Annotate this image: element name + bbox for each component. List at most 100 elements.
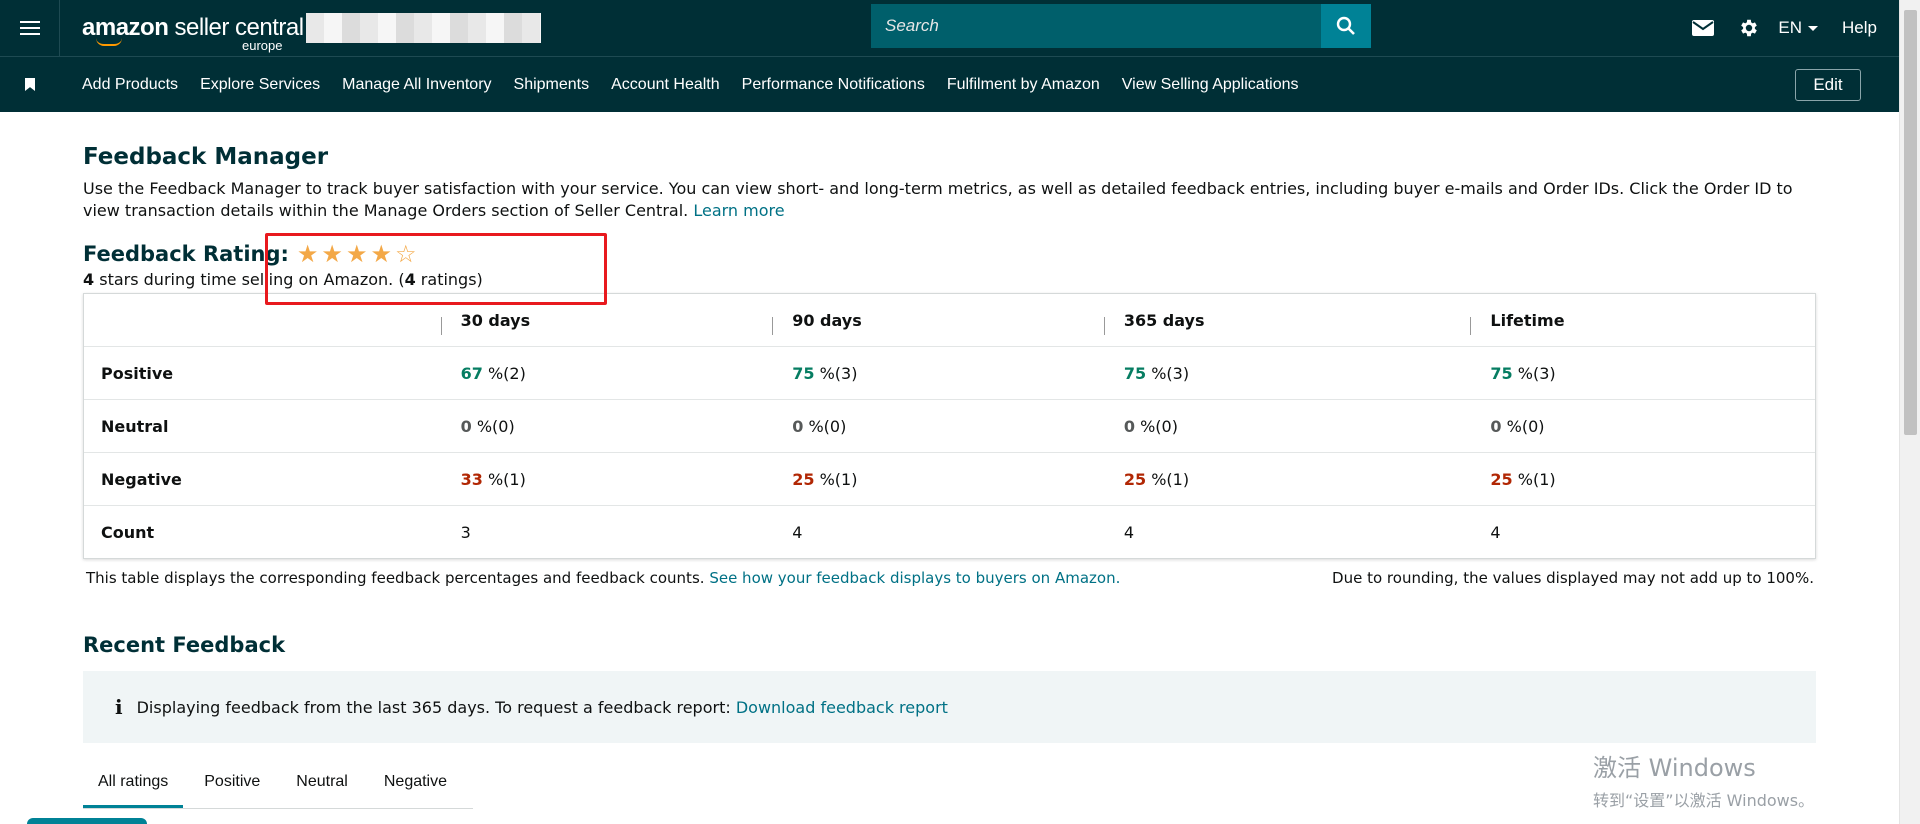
chevron-down-icon (1808, 25, 1819, 31)
table-cell: 3 (460, 522, 471, 542)
table-cell: 0 %(0) (772, 417, 1104, 436)
tab-neutral[interactable]: Neutral (281, 773, 363, 808)
page-scrollbar[interactable] (1899, 0, 1920, 824)
positive-count: %(3) (819, 363, 858, 383)
nav-performance-notifications[interactable]: Performance Notifications (742, 76, 925, 94)
info-icon: i (115, 695, 123, 719)
table-note: This table displays the corresponding fe… (83, 569, 1817, 587)
table-cell: 25 %(1) (1104, 470, 1471, 489)
logo-rest: seller central (168, 14, 305, 41)
row-label: Count (101, 522, 155, 542)
negative-count: %(1) (1517, 469, 1556, 489)
tab-positive[interactable]: Positive (189, 773, 275, 808)
help-link[interactable]: Help (1832, 18, 1899, 38)
gear-icon (1741, 19, 1758, 37)
positive-percent: 75 (1490, 363, 1513, 383)
table-cell: 4 (1490, 522, 1501, 542)
table-cell: 75 %(3) (772, 364, 1104, 383)
info-text: Displaying feedback from the last 365 da… (136, 697, 731, 717)
neutral-count: %(0) (476, 416, 515, 436)
note-text: This table displays the corresponding fe… (86, 569, 705, 587)
header-90-days: 90 days (772, 311, 1104, 335)
table-cell: 0 %(0) (441, 417, 773, 436)
nav-items: Add Products Explore Services Manage All… (82, 76, 1320, 94)
hamburger-icon (19, 27, 40, 29)
nav-shipments[interactable]: Shipments (514, 76, 590, 94)
positive-percent: 75 (1123, 363, 1147, 383)
table-cell: 4 (1123, 522, 1135, 542)
learn-more-link[interactable]: Learn more (693, 201, 784, 220)
seller-central-logo[interactable]: amazon seller central europe (82, 8, 304, 53)
watermark-line1: 激活 Windows (1593, 754, 1756, 782)
language-label: EN (1778, 18, 1803, 37)
bookmark-icon (25, 78, 35, 91)
header-30-days: 30 days (440, 311, 773, 335)
positive-percent: 75 (792, 363, 815, 383)
table-cell: 25 %(1) (1470, 470, 1815, 489)
neutral-count: %(0) (1506, 416, 1545, 436)
table-cell: 0 %(0) (1104, 417, 1471, 436)
tab-all-ratings[interactable]: All ratings (83, 773, 184, 808)
negative-percent: 33 (460, 469, 483, 489)
nav-account-health[interactable]: Account Health (611, 76, 720, 94)
table-cell: 25 %(1) (772, 470, 1104, 489)
negative-count: %(1) (487, 469, 526, 489)
nav-explore-services[interactable]: Explore Services (200, 76, 320, 94)
search-input[interactable] (871, 4, 1321, 48)
intro-text: Use the Feedback Manager to track buyer … (83, 178, 1817, 222)
bookmarks-button[interactable] (0, 78, 60, 91)
table-row-neutral: Neutral 0 %(0) 0 %(0) 0 %(0) 0 %(0) (84, 399, 1815, 452)
scrollbar-thumb[interactable] (1904, 10, 1917, 435)
windows-activation-watermark: 激活 Windows 转到“设置”以激活 Windows。 (1593, 748, 1814, 811)
neutral-percent: 0 (460, 416, 472, 436)
rounding-note: Due to rounding, the values displayed ma… (1332, 569, 1814, 587)
header-365-days: 365 days (1103, 311, 1471, 335)
table-row-positive: Positive 67 %(2) 75 %(3) 75 %(3) 75 %(3) (84, 346, 1815, 399)
feedback-display-link[interactable]: See how your feedback displays to buyers… (709, 569, 1120, 587)
table-note-left: This table displays the corresponding fe… (86, 569, 1120, 587)
intro-body: Use the Feedback Manager to track buyer … (83, 179, 1793, 220)
rating-tabs: All ratings Positive Neutral Negative (83, 773, 473, 809)
watermark-line2: 转到“设置”以激活 Windows。 (1593, 791, 1815, 810)
floating-button[interactable] (27, 818, 147, 824)
rating-stars-value: 4 (83, 270, 95, 289)
row-label: Positive (101, 363, 174, 383)
download-report-link[interactable]: Download feedback report (736, 698, 948, 717)
table-cell: 75 %(3) (1104, 364, 1471, 383)
logo-region: europe (242, 38, 283, 53)
nav-bar: Add Products Explore Services Manage All… (0, 56, 1899, 112)
nav-add-products[interactable]: Add Products (82, 76, 178, 94)
tab-negative[interactable]: Negative (369, 773, 462, 808)
table-cell: 67 %(2) (441, 364, 773, 383)
search-icon (1336, 16, 1355, 35)
negative-count: %(1) (1151, 469, 1190, 489)
neutral-percent: 0 (1490, 416, 1502, 436)
row-label: Neutral (101, 416, 169, 436)
neutral-count: %(0) (808, 416, 847, 436)
nav-manage-inventory[interactable]: Manage All Inventory (342, 76, 491, 94)
menu-button[interactable] (0, 0, 60, 56)
main-content: Feedback Manager Use the Feedback Manage… (83, 112, 1817, 809)
page-title: Feedback Manager (83, 144, 329, 170)
language-selector[interactable]: EN (1772, 18, 1832, 38)
table-cell: 4 (792, 522, 803, 542)
search-button[interactable] (1321, 4, 1371, 48)
messages-button[interactable] (1680, 0, 1726, 56)
table-row-count: Count 3 4 4 4 (84, 505, 1815, 558)
nav-fulfilment-by-amazon[interactable]: Fulfilment by Amazon (947, 76, 1100, 94)
negative-percent: 25 (1123, 469, 1147, 489)
feedback-table: 30 days 90 days 365 days Lifetime Positi… (83, 293, 1816, 559)
top-right-controls: EN Help (1680, 0, 1899, 56)
table-cell: 75 %(3) (1470, 364, 1815, 383)
positive-count: %(2) (487, 363, 526, 383)
edit-nav-button[interactable]: Edit (1795, 69, 1861, 101)
mail-icon (1692, 20, 1715, 36)
settings-button[interactable] (1726, 0, 1772, 56)
nav-view-selling-applications[interactable]: View Selling Applications (1122, 76, 1299, 94)
header-lifetime: Lifetime (1470, 311, 1815, 335)
positive-count: %(3) (1151, 363, 1190, 383)
neutral-percent: 0 (792, 416, 804, 436)
store-selector[interactable] (306, 13, 541, 43)
amazon-smile-icon (96, 38, 122, 46)
neutral-percent: 0 (1123, 416, 1135, 436)
